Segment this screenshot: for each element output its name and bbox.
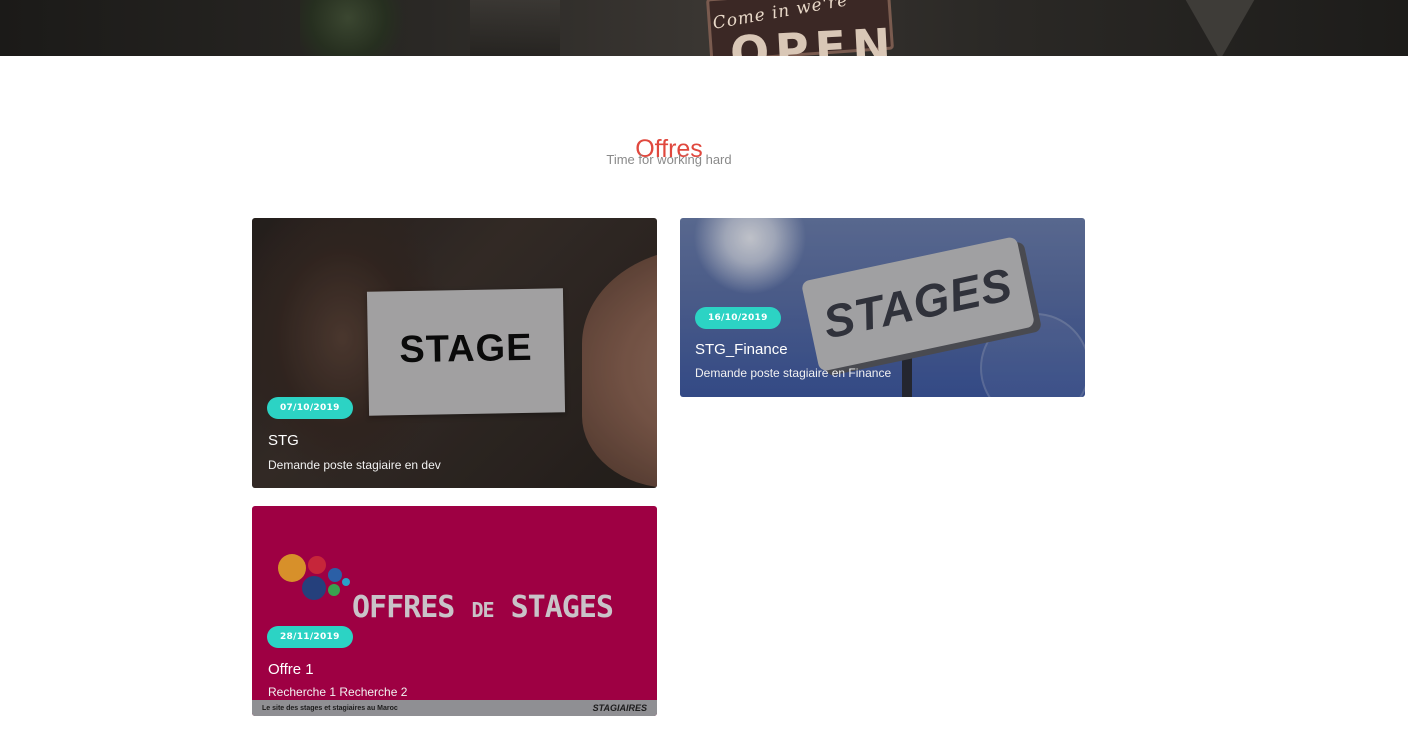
hero-plant-decoration xyxy=(300,0,420,56)
offres-word: OFFRES xyxy=(352,590,455,625)
offer-card-title[interactable]: STG xyxy=(268,432,299,449)
twitter-icon xyxy=(342,578,350,586)
offer-card-overlay xyxy=(252,218,657,488)
hero-triangle-decoration xyxy=(1180,0,1260,56)
offer-card-stg[interactable]: STAGE 07/10/2019 STG Demande poste stagi… xyxy=(252,218,657,488)
offer-card-description: Demande poste stagiaire en Finance xyxy=(695,366,892,380)
offer-card-offre-1[interactable]: OFFRES DE STAGES Le site des stages et s… xyxy=(252,506,657,716)
image-footer-logo: STAGIAIRES xyxy=(592,703,647,713)
date-badge: 16/10/2019 xyxy=(695,307,781,329)
megaphone-icon xyxy=(302,576,326,600)
offer-card-stg-finance[interactable]: STAGES 16/10/2019 STG_Finance Demande po… xyxy=(680,218,1085,397)
offres-de-stages-graphic: OFFRES DE STAGES xyxy=(352,590,614,625)
stages-word: STAGES xyxy=(510,590,614,625)
hero-banner: Come in we're OPEN xyxy=(0,0,1408,56)
offer-card-description: Recherche 1 Recherche 2 xyxy=(268,685,408,699)
offer-card-title[interactable]: Offre 1 xyxy=(268,661,314,678)
de-word: DE xyxy=(471,598,494,622)
facebook-icon xyxy=(328,568,342,582)
offer-card-title[interactable]: STG_Finance xyxy=(695,341,788,358)
date-badge: 28/11/2019 xyxy=(267,626,353,648)
chat-icon xyxy=(328,584,340,596)
image-footer-tagline: Le site des stages et stagiaires au Maro… xyxy=(262,704,398,712)
date-badge: 07/10/2019 xyxy=(267,397,353,419)
section-subtitle: Time for working hard xyxy=(606,152,732,167)
offer-card-description: Demande poste stagiaire en dev xyxy=(268,458,441,472)
people-icon xyxy=(308,556,326,574)
image-footer-strip: Le site des stages et stagiaires au Maro… xyxy=(252,700,657,716)
magnifier-icon xyxy=(278,554,306,582)
hero-shelf-decoration xyxy=(470,0,560,56)
